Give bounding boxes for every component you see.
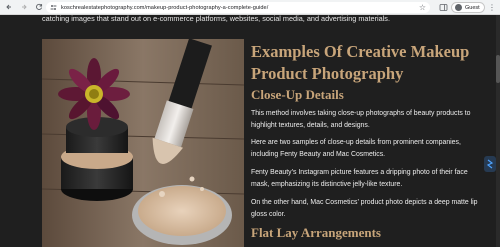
bookmark-star-icon[interactable]: ☆ [419, 3, 426, 12]
reload-icon[interactable] [33, 1, 45, 13]
article-heading: Examples Of Creative Makeup Product Phot… [251, 42, 470, 83]
paragraph: This method involves taking close-up pho… [251, 110, 471, 129]
section-heading-flat-lay: Flat Lay Arrangements [251, 225, 381, 240]
forward-arrow-icon[interactable] [18, 1, 30, 13]
scrollbar-thumb[interactable] [496, 55, 500, 83]
paragraph: On the other hand, Mac Cosmetics’ produc… [251, 199, 478, 218]
address-bar[interactable]: koschrealestatephotography.com/makeup-pr… [46, 2, 430, 13]
makeup-product-photo [42, 39, 244, 247]
url-text[interactable]: koschrealestatephotography.com/makeup-pr… [61, 5, 268, 11]
browser-toolbar: koschrealestatephotography.com/makeup-pr… [0, 0, 500, 15]
browser-menu-icon[interactable]: ⋮ [488, 2, 496, 13]
back-arrow-icon[interactable] [3, 1, 15, 13]
web-page: catching images that stand out on e-comm… [0, 15, 500, 247]
paragraph: Here are two samples of close-up details… [251, 139, 461, 158]
page-scrollbar[interactable] [496, 15, 500, 247]
intro-text: catching images that stand out on e-comm… [42, 15, 390, 23]
profile-avatar-icon [455, 4, 462, 11]
profile-label: Guest [465, 4, 480, 11]
floating-widget-icon[interactable] [484, 156, 496, 172]
section-heading-close-up: Close-Up Details [251, 87, 344, 102]
profile-button[interactable]: Guest [451, 2, 485, 13]
side-panel-icon[interactable] [438, 2, 448, 12]
site-info-icon[interactable] [50, 4, 57, 11]
paragraph: Fenty Beauty’s Instagram picture feature… [251, 169, 468, 188]
